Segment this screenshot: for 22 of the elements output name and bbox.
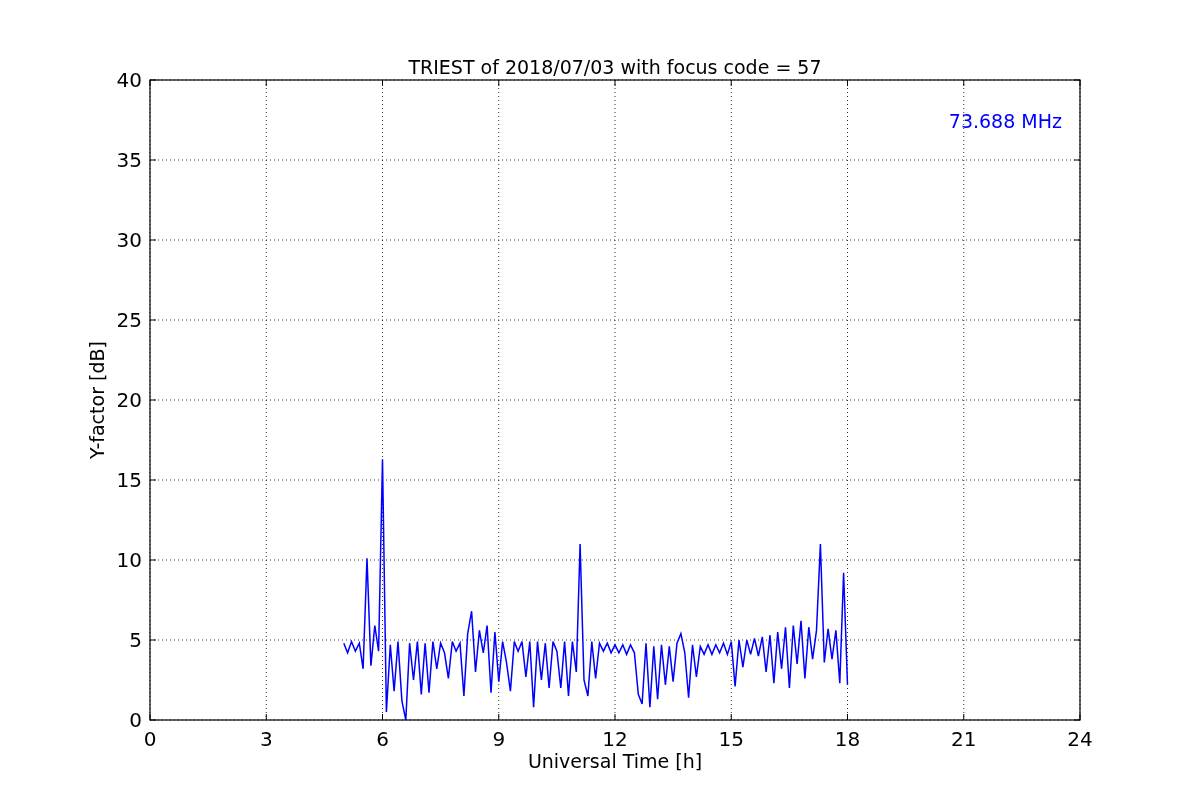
x-tick-label: 21 — [951, 727, 977, 751]
x-tick-label: 24 — [1067, 727, 1093, 751]
y-tick-label: 0 — [129, 708, 142, 732]
x-axis-label: Universal Time [h] — [527, 750, 703, 772]
x-tick-label: 0 — [143, 727, 157, 751]
x-tick-label: 15 — [718, 727, 744, 751]
y-tick-label: 10 — [116, 548, 142, 572]
y-axis-label: Y-factor [dB] — [86, 341, 108, 459]
x-tick-label: 18 — [834, 727, 861, 751]
y-tick-label: 25 — [116, 308, 142, 332]
chart-title: TRIEST of 2018/07/03 with focus code = 57 — [408, 56, 822, 78]
annotation-text: 73.688 MHz — [948, 110, 1062, 132]
x-tick-label: 12 — [602, 727, 628, 751]
y-tick-label: 35 — [116, 148, 142, 172]
x-tick-label: 3 — [259, 727, 273, 751]
y-tick-label: 5 — [129, 628, 142, 652]
x-tick-label: 9 — [492, 727, 506, 751]
x-tick-label: 6 — [376, 727, 389, 751]
y-tick-label: 30 — [116, 228, 142, 252]
y-tick-label: 15 — [116, 468, 142, 492]
y-tick-label: 40 — [116, 68, 142, 92]
y-tick-label: 20 — [116, 388, 142, 412]
